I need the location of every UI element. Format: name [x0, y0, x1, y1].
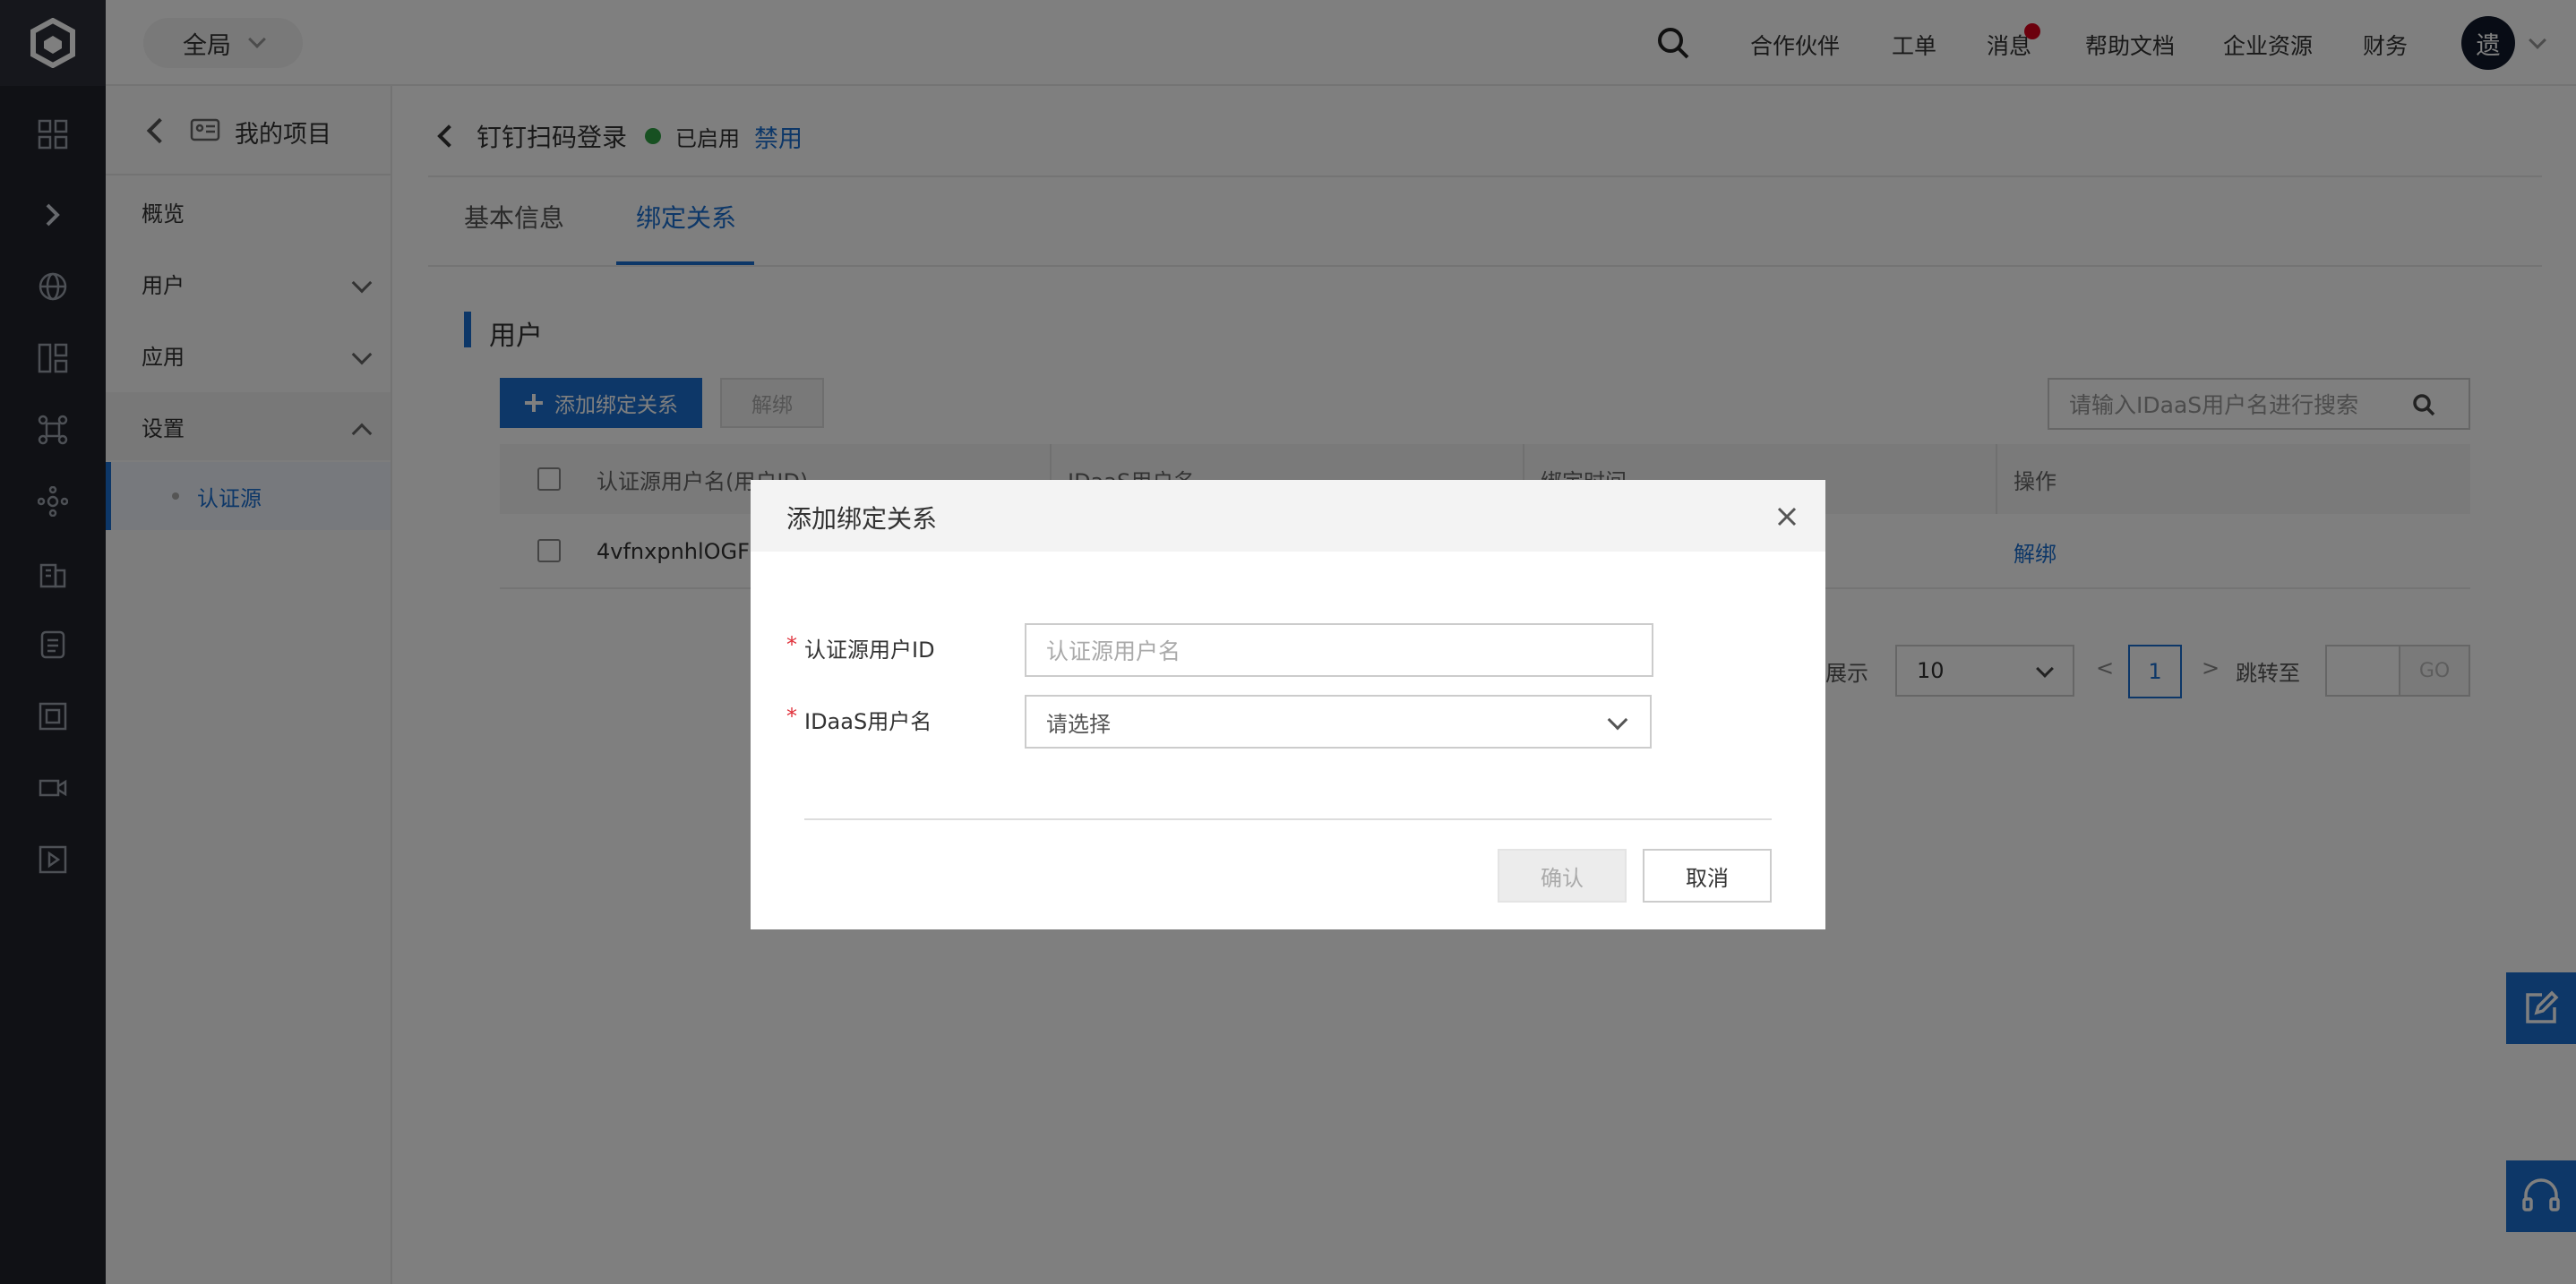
add-binding-dialog: 添加绑定关系 * 认证源用户ID 认证源用户名 * IDaaS用户名 请选择 确… [751, 480, 1825, 929]
dialog-header: 添加绑定关系 [751, 480, 1825, 552]
close-icon[interactable] [1775, 505, 1799, 528]
dialog-title: 添加绑定关系 [786, 504, 938, 534]
source-user-id-label: 认证源用户ID [804, 638, 935, 663]
required-mark: * [786, 632, 797, 657]
chevron-down-icon [1607, 709, 1628, 731]
confirm-button[interactable]: 确认 [1498, 849, 1627, 903]
field-label: * 认证源用户ID [786, 632, 935, 663]
idaas-user-select[interactable]: 请选择 [1025, 695, 1652, 749]
required-mark: * [786, 704, 797, 729]
idaas-user-label: IDaaS用户名 [804, 709, 932, 734]
cancel-button[interactable]: 取消 [1643, 849, 1772, 903]
divider [804, 818, 1772, 820]
source-user-id-placeholder: 认证源用户名 [1046, 638, 1181, 664]
source-user-id-input[interactable]: 认证源用户名 [1025, 623, 1653, 677]
idaas-user-value: 请选择 [1046, 711, 1111, 737]
field-label: * IDaaS用户名 [786, 704, 932, 735]
